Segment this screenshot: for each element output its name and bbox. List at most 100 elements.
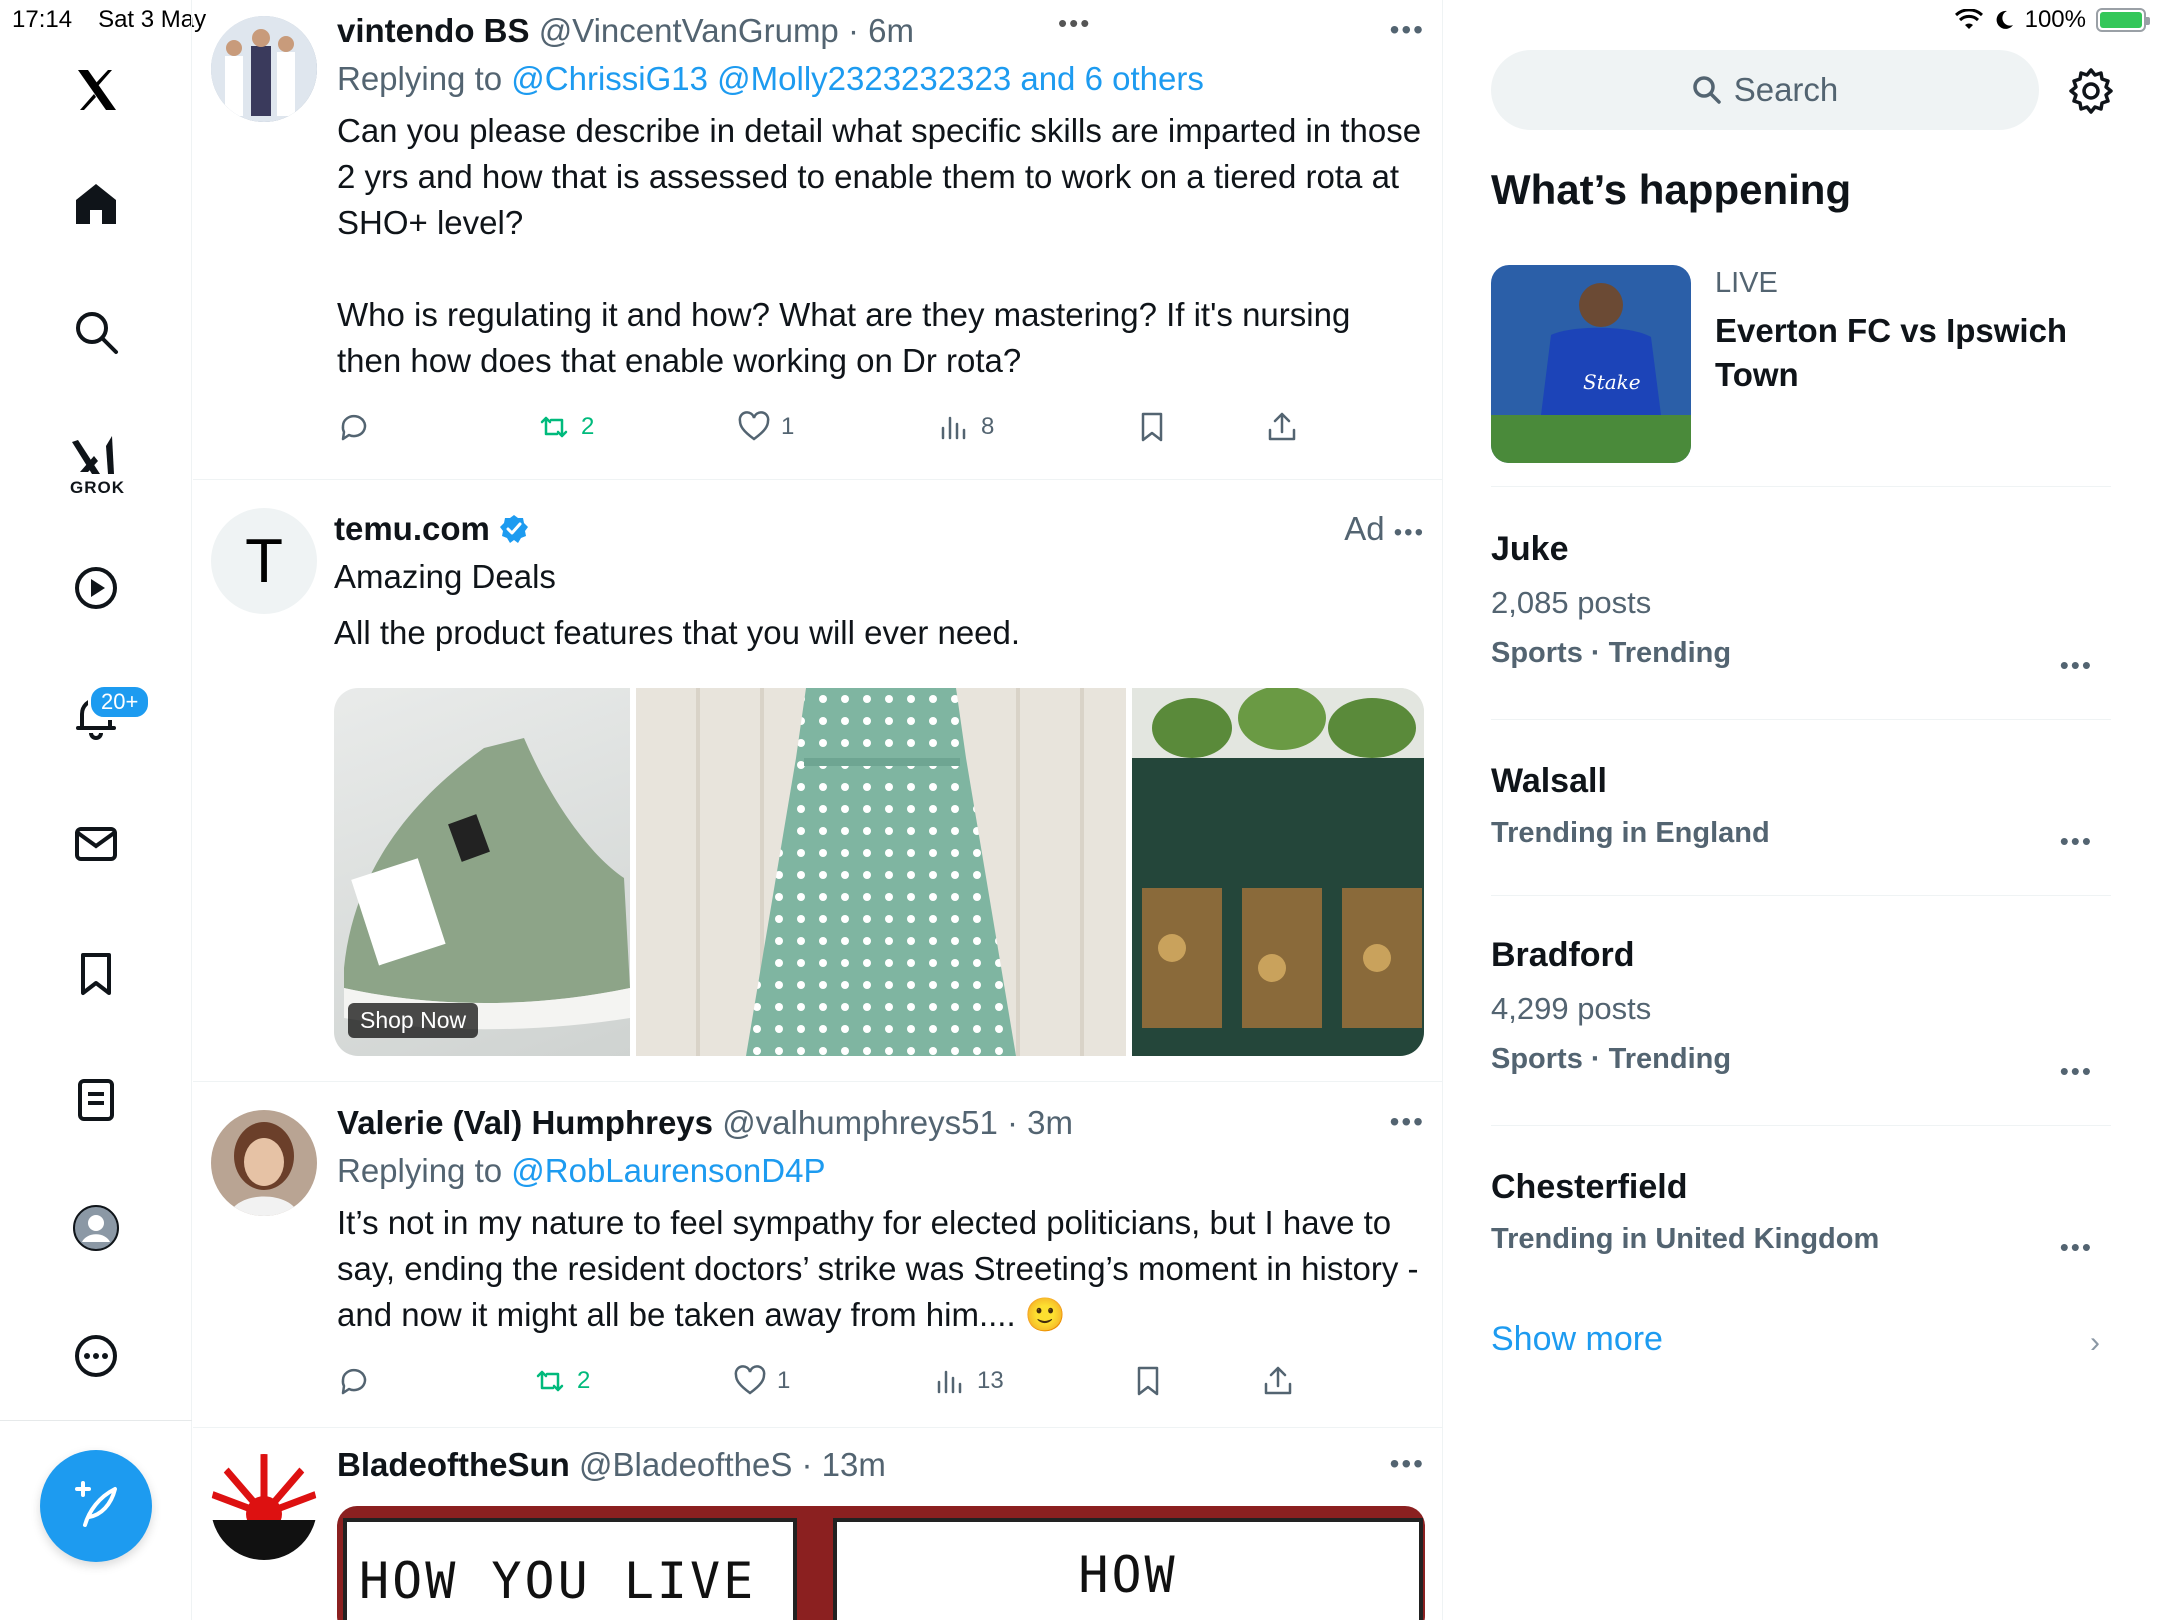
search-bar[interactable]: Search: [1491, 50, 2039, 130]
ad-image-dress[interactable]: [636, 688, 1126, 1056]
tweet-valerie[interactable]: Valerie (Val) Humphreys @valhumphreys51 …: [193, 1082, 1442, 1428]
author-name[interactable]: Valerie (Val) Humphreys: [337, 1104, 713, 1141]
shop-now-button[interactable]: Shop Now: [348, 1003, 479, 1038]
post-time: 3m: [1027, 1104, 1073, 1141]
repost-count: 2: [581, 413, 595, 440]
avatar[interactable]: [211, 1454, 317, 1560]
home-icon[interactable]: [60, 168, 132, 240]
tweet-text: All the product features that you will e…: [334, 614, 1021, 651]
tweet-actions: 2 1 8: [337, 410, 1337, 454]
meme-panel-right: HOW: [833, 1518, 1423, 1620]
ad-image-sneaker[interactable]: Shop Now: [334, 688, 630, 1056]
verified-badge-icon: [499, 515, 528, 543]
repost-icon: [536, 1370, 564, 1392]
trend-more-icon[interactable]: •••: [2060, 826, 2093, 857]
repost-button[interactable]: 2: [537, 410, 594, 444]
author-name[interactable]: BladeoftheSun: [337, 1446, 570, 1483]
reply-button[interactable]: [337, 1364, 371, 1398]
tweet-ad-temu[interactable]: T temu.com Amazing Deals All the product…: [193, 480, 1442, 1082]
avatar[interactable]: [211, 1110, 317, 1216]
profile-avatar-icon[interactable]: [60, 1192, 132, 1264]
share-icon: [1264, 1366, 1292, 1395]
live-event-title: Everton FC vs Ipswich Town: [1715, 312, 2068, 393]
more-options-icon[interactable]: •••: [1390, 1448, 1425, 1480]
sidebar-nav: GROK 20+: [0, 0, 192, 1620]
trend-item-bradford[interactable]: Bradford 4,299 posts Sports · Trending •…: [1491, 936, 2111, 1126]
trend-item-walsall[interactable]: Walsall Trending in England •••: [1491, 762, 2111, 896]
views-chart-icon: [941, 416, 966, 440]
share-button[interactable]: [1261, 1364, 1295, 1398]
author-handle[interactable]: @valhumphreys51: [722, 1104, 998, 1141]
trend-more-icon[interactable]: •••: [2060, 650, 2093, 681]
like-button[interactable]: 1: [733, 1364, 790, 1398]
trend-category: Sports · Trending: [1491, 637, 1732, 669]
trend-more-icon[interactable]: •••: [2060, 1232, 2093, 1263]
settings-gear-icon[interactable]: [2066, 66, 2116, 116]
tweet-text: Can you please describe in detail what s…: [337, 112, 1422, 379]
avatar[interactable]: [211, 16, 317, 122]
compose-feather-icon: [75, 1481, 117, 1527]
ad-label: Ad •••: [1344, 510, 1425, 547]
trend-name: Walsall: [1491, 762, 1607, 800]
trend-item-juke[interactable]: Juke 2,085 posts Sports · Trending •••: [1491, 530, 2111, 720]
view-count: 13: [977, 1367, 1004, 1394]
live-event-card[interactable]: Stake LIVE Everton FC vs Ipswich Town: [1491, 265, 2111, 487]
video-play-icon[interactable]: [60, 552, 132, 624]
reply-button[interactable]: [337, 410, 371, 444]
more-options-icon[interactable]: [60, 1320, 132, 1392]
chevron-right-icon[interactable]: ›: [2090, 1326, 2100, 1360]
bookmark-icon: [1137, 1366, 1159, 1396]
live-event-image: Stake: [1491, 265, 1691, 463]
more-options-icon[interactable]: •••: [1390, 14, 1425, 46]
share-button[interactable]: [1265, 410, 1299, 444]
explore-search-icon[interactable]: [60, 296, 132, 368]
lists-icon[interactable]: [60, 1064, 132, 1136]
views-button[interactable]: 8: [937, 410, 994, 444]
bookmark-button[interactable]: [1131, 1364, 1165, 1398]
repost-button[interactable]: 2: [533, 1364, 590, 1398]
bookmarks-icon[interactable]: [60, 938, 132, 1010]
show-more-link[interactable]: Show more: [1491, 1320, 1663, 1359]
tweet-actions: 2 1 13: [337, 1364, 1337, 1408]
author-name[interactable]: temu.com: [334, 510, 490, 548]
messages-envelope-icon[interactable]: [60, 808, 132, 880]
trend-name: Bradford: [1491, 936, 1635, 974]
trend-item-chesterfield[interactable]: Chesterfield Trending in United Kingdom …: [1491, 1168, 2111, 1278]
reply-mentions-link[interactable]: @RobLaurensonD4P: [511, 1152, 825, 1189]
trend-name: Chesterfield: [1491, 1168, 1688, 1206]
author-handle[interactable]: @BladeoftheS: [579, 1446, 792, 1483]
search-placeholder: Search: [1733, 71, 1839, 108]
like-button[interactable]: 1: [737, 410, 794, 444]
timeline-feed: vintendo BS @VincentVanGrump · 6m Replyi…: [193, 0, 1443, 1620]
trend-more-icon[interactable]: •••: [2060, 1056, 2093, 1087]
author-name[interactable]: vintendo BS: [337, 12, 530, 49]
ad-subtitle: Amazing Deals: [334, 558, 556, 595]
view-count: 8: [981, 413, 995, 440]
separator-dot: ·: [838, 12, 869, 49]
ad-image-carousel[interactable]: Shop Now: [334, 688, 1424, 1056]
trend-category: Trending in United Kingdom: [1491, 1223, 1880, 1255]
author-handle[interactable]: @VincentVanGrump: [539, 12, 839, 49]
tweet-header: BladeoftheSun @BladeoftheS · 13m: [337, 1446, 1423, 1484]
replying-to: Replying to @RobLaurensonD4P: [337, 1152, 1423, 1190]
compose-post-button[interactable]: [40, 1450, 152, 1562]
bookmark-icon: [1141, 412, 1163, 442]
tweet-image-meme[interactable]: HOW YOU LIVE HOW: [337, 1506, 1425, 1620]
tweet-header: temu.com: [334, 510, 1423, 548]
more-options-icon[interactable]: •••: [1390, 1106, 1425, 1138]
tweet-bladeofthesun[interactable]: BladeoftheSun @BladeoftheS · 13m ••• HOW…: [193, 1428, 1442, 1620]
ad-image-grow-bags[interactable]: [1132, 688, 1424, 1056]
reply-mentions-link[interactable]: @ChrissiG13 @Molly2323232323 and 6 other…: [511, 60, 1204, 97]
trend-category: Trending in England: [1491, 817, 1770, 849]
tweet-vintendo[interactable]: vintendo BS @VincentVanGrump · 6m Replyi…: [193, 0, 1442, 480]
advertiser-avatar[interactable]: T: [211, 508, 317, 614]
views-button[interactable]: 13: [933, 1364, 1004, 1398]
trend-category: Sports · Trending: [1491, 1043, 1732, 1075]
separator-dot: ·: [792, 1446, 822, 1483]
replying-to: Replying to @ChrissiG13 @Molly2323232323…: [337, 60, 1423, 98]
nav-divider: [0, 1420, 192, 1421]
x-logo-icon[interactable]: [60, 54, 132, 126]
bookmark-button[interactable]: [1135, 410, 1169, 444]
post-time: 6m: [868, 12, 914, 49]
notifications-badge: 20+: [88, 684, 152, 720]
